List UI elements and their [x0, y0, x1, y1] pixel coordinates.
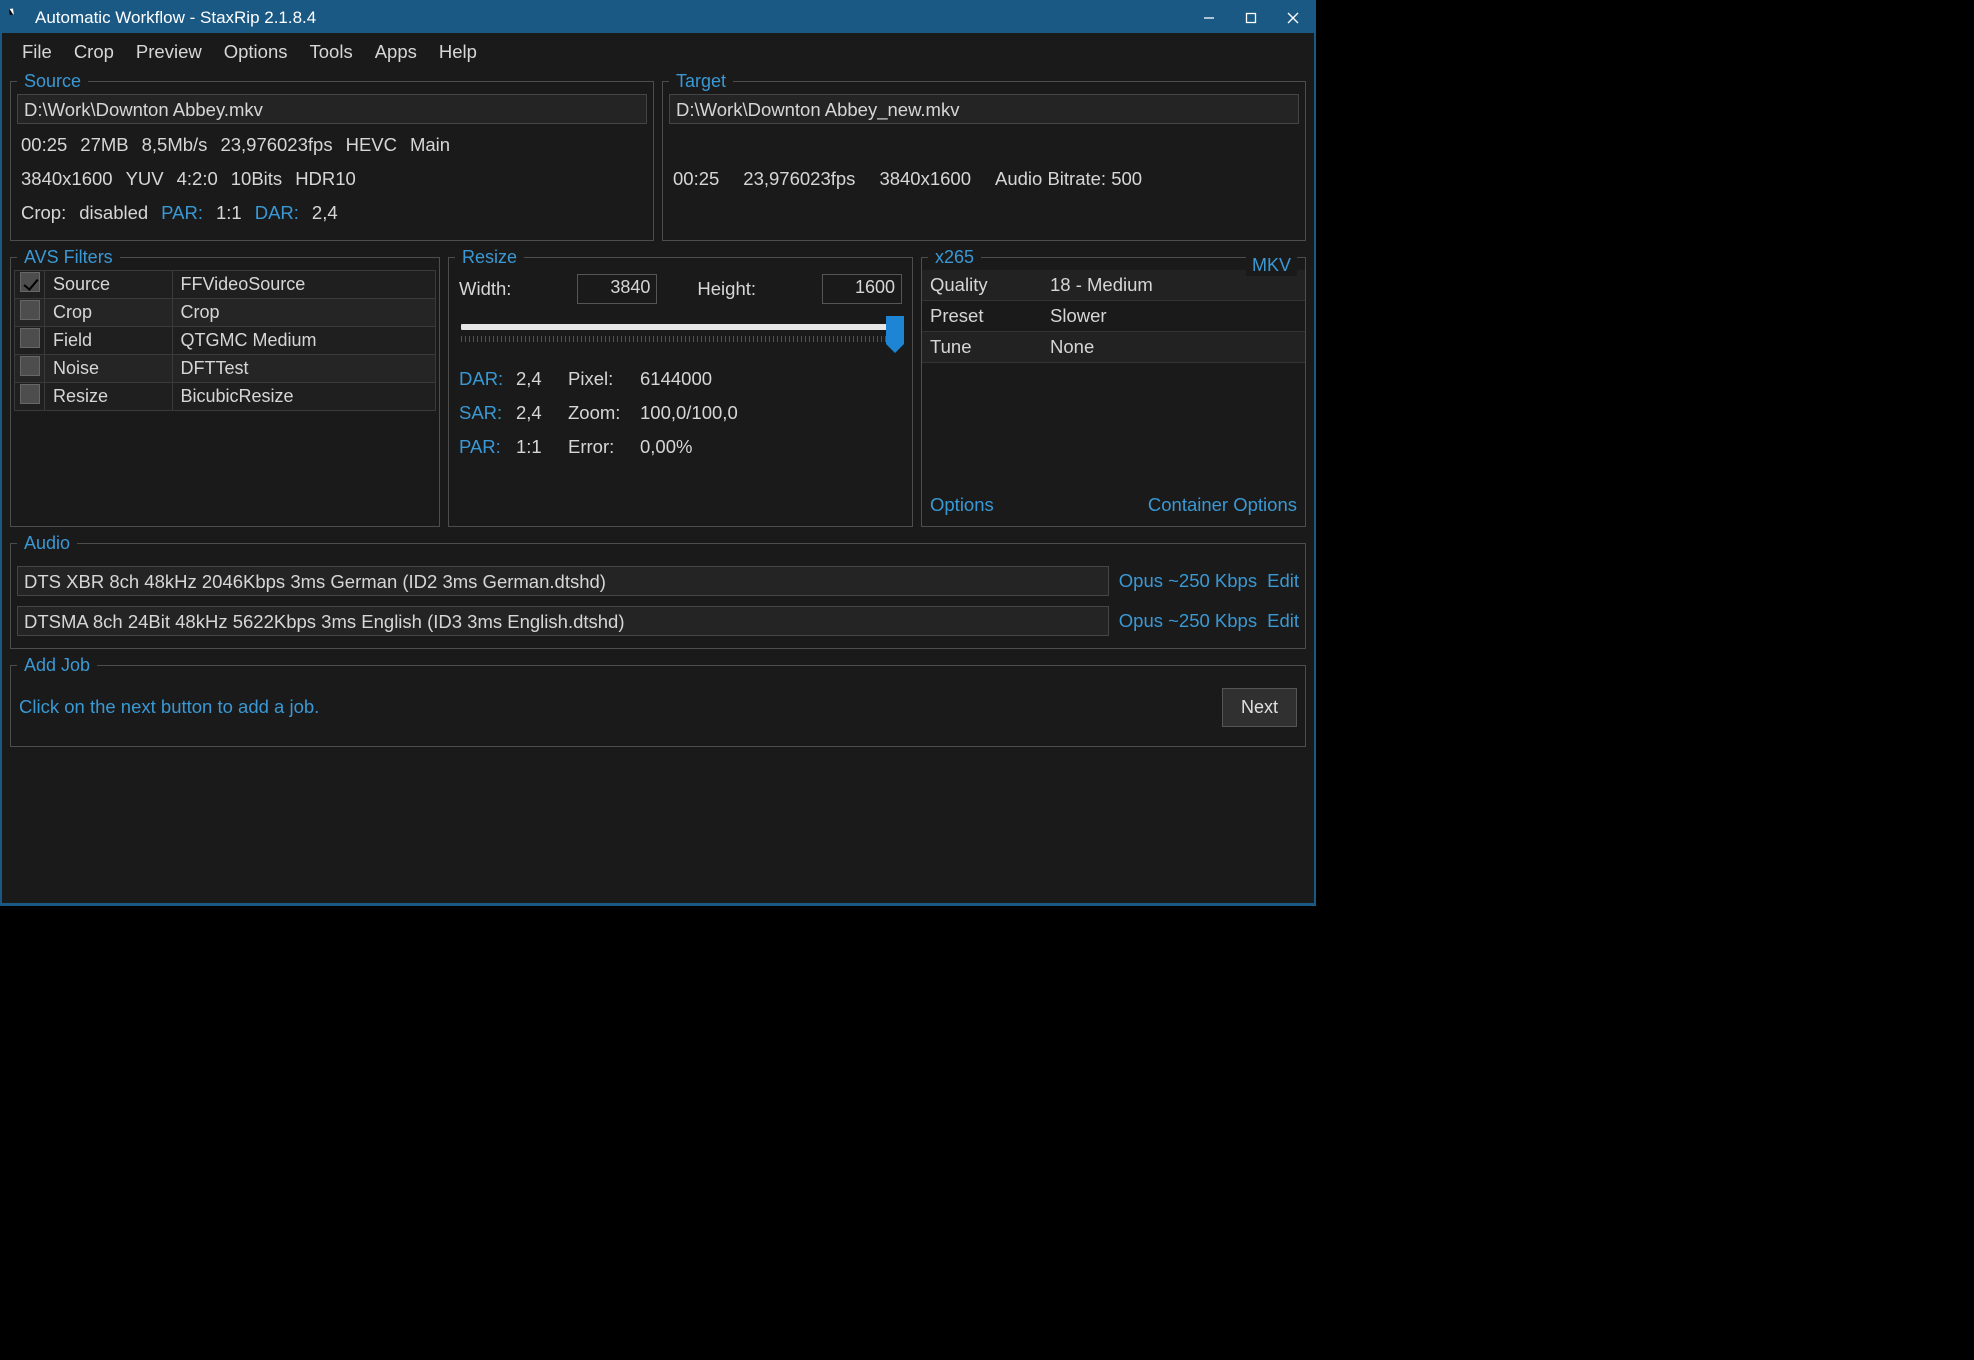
menu-crop[interactable]: Crop	[63, 37, 125, 67]
sar-value: 2,4	[516, 402, 566, 424]
minimize-button[interactable]	[1188, 2, 1230, 33]
audio-edit-2[interactable]: Edit	[1267, 610, 1299, 632]
resize-slider[interactable]	[459, 314, 902, 350]
titlebar[interactable]: Automatic Workflow - StaxRip 2.1.8.4	[2, 2, 1314, 33]
filter-script: FFVideoSource	[172, 271, 436, 299]
source-info-1: 00:2527MB8,5Mb/s23,976023fpsHEVCMain	[17, 128, 647, 162]
avs-filter-row[interactable]: SourceFFVideoSource	[15, 271, 436, 299]
avs-filter-row[interactable]: NoiseDFTTest	[15, 355, 436, 383]
audio-format-2[interactable]: Opus ~250 Kbps	[1119, 610, 1257, 632]
encoder-legend[interactable]: x265	[928, 247, 981, 268]
filter-name: Resize	[45, 383, 173, 411]
width-label: Width:	[459, 278, 511, 300]
container-label[interactable]: MKV	[1246, 255, 1297, 276]
audio-track-1[interactable]: DTS XBR 8ch 48kHz 2046Kbps 3ms German (I…	[17, 566, 1109, 596]
menu-file[interactable]: File	[11, 37, 63, 67]
target-info: 00:2523,976023fps3840x1600Audio Bitrate:…	[669, 162, 1299, 196]
resize-group: Resize Width: 3840 Height: 1600	[448, 247, 913, 527]
menu-options[interactable]: Options	[213, 37, 299, 67]
source-legend: Source	[17, 71, 88, 92]
par-value: 1:1	[516, 436, 566, 458]
filter-name: Field	[45, 327, 173, 355]
filter-script: QTGMC Medium	[172, 327, 436, 355]
maximize-button[interactable]	[1230, 2, 1272, 33]
avs-legend: AVS Filters	[17, 247, 120, 268]
encoder-options-link[interactable]: Options	[930, 494, 994, 516]
filter-checkbox[interactable]	[20, 356, 40, 376]
sar-label: SAR:	[459, 402, 514, 424]
filter-checkbox[interactable]	[20, 328, 40, 348]
filter-checkbox[interactable]	[20, 384, 40, 404]
pixel-value: 6144000	[640, 368, 902, 390]
enc-row-tune[interactable]: TuneNone	[922, 332, 1305, 363]
close-button[interactable]	[1272, 2, 1314, 33]
source-info-2: 3840x1600YUV4:2:010BitsHDR10	[17, 162, 647, 196]
enc-row-preset[interactable]: PresetSlower	[922, 301, 1305, 332]
add-job-legend: Add Job	[17, 655, 97, 676]
resize-legend: Resize	[455, 247, 524, 268]
menu-apps[interactable]: Apps	[364, 37, 428, 67]
job-hint: Click on the next button to add a job.	[19, 696, 319, 718]
menu-help[interactable]: Help	[428, 37, 488, 67]
error-value: 0,00%	[640, 436, 902, 458]
next-button[interactable]: Next	[1222, 688, 1297, 727]
filter-name: Source	[45, 271, 173, 299]
encoder-group: x265 MKV Quality18 - Medium PresetSlower…	[921, 247, 1306, 527]
app-icon	[11, 9, 29, 27]
filter-script: DFTTest	[172, 355, 436, 383]
audio-group: Audio DTS XBR 8ch 48kHz 2046Kbps 3ms Ger…	[10, 533, 1306, 649]
target-legend: Target	[669, 71, 733, 92]
menu-tools[interactable]: Tools	[299, 37, 364, 67]
filter-checkbox[interactable]	[20, 272, 40, 292]
source-group: Source D:\Work\Downton Abbey.mkv 00:2527…	[10, 71, 654, 241]
target-path[interactable]: D:\Work\Downton Abbey_new.mkv	[669, 94, 1299, 124]
error-label: Error:	[568, 436, 638, 458]
avs-filter-row[interactable]: FieldQTGMC Medium	[15, 327, 436, 355]
zoom-value: 100,0/100,0	[640, 402, 902, 424]
filter-name: Noise	[45, 355, 173, 383]
source-path[interactable]: D:\Work\Downton Abbey.mkv	[17, 94, 647, 124]
add-job-group: Add Job Click on the next button to add …	[10, 655, 1306, 747]
avs-filter-row[interactable]: CropCrop	[15, 299, 436, 327]
filter-checkbox[interactable]	[20, 300, 40, 320]
filter-script: Crop	[172, 299, 436, 327]
avs-filter-row[interactable]: ResizeBicubicResize	[15, 383, 436, 411]
audio-legend: Audio	[17, 533, 77, 554]
width-input[interactable]: 3840	[577, 274, 657, 304]
window-title: Automatic Workflow - StaxRip 2.1.8.4	[35, 8, 316, 28]
height-label: Height:	[697, 278, 756, 300]
audio-edit-1[interactable]: Edit	[1267, 570, 1299, 592]
audio-format-1[interactable]: Opus ~250 Kbps	[1119, 570, 1257, 592]
target-group: Target D:\Work\Downton Abbey_new.mkv 00:…	[662, 71, 1306, 241]
pixel-label: Pixel:	[568, 368, 638, 390]
avs-filters-group: AVS Filters SourceFFVideoSourceCropCropF…	[10, 247, 440, 527]
container-options-link[interactable]: Container Options	[1148, 494, 1297, 516]
dar-label: DAR:	[459, 368, 514, 390]
audio-track-2[interactable]: DTSMA 8ch 24Bit 48kHz 5622Kbps 3ms Engli…	[17, 606, 1109, 636]
filter-script: BicubicResize	[172, 383, 436, 411]
filter-name: Crop	[45, 299, 173, 327]
par-label: PAR:	[459, 436, 514, 458]
menubar: File Crop Preview Options Tools Apps Hel…	[2, 33, 1314, 71]
avs-filter-table: SourceFFVideoSourceCropCropFieldQTGMC Me…	[14, 270, 436, 411]
height-input[interactable]: 1600	[822, 274, 902, 304]
menu-preview[interactable]: Preview	[125, 37, 213, 67]
dar-value: 2,4	[516, 368, 566, 390]
source-info-3: Crop:disabled PAR:1:1 DAR:2,4	[17, 196, 647, 230]
zoom-label: Zoom:	[568, 402, 638, 424]
